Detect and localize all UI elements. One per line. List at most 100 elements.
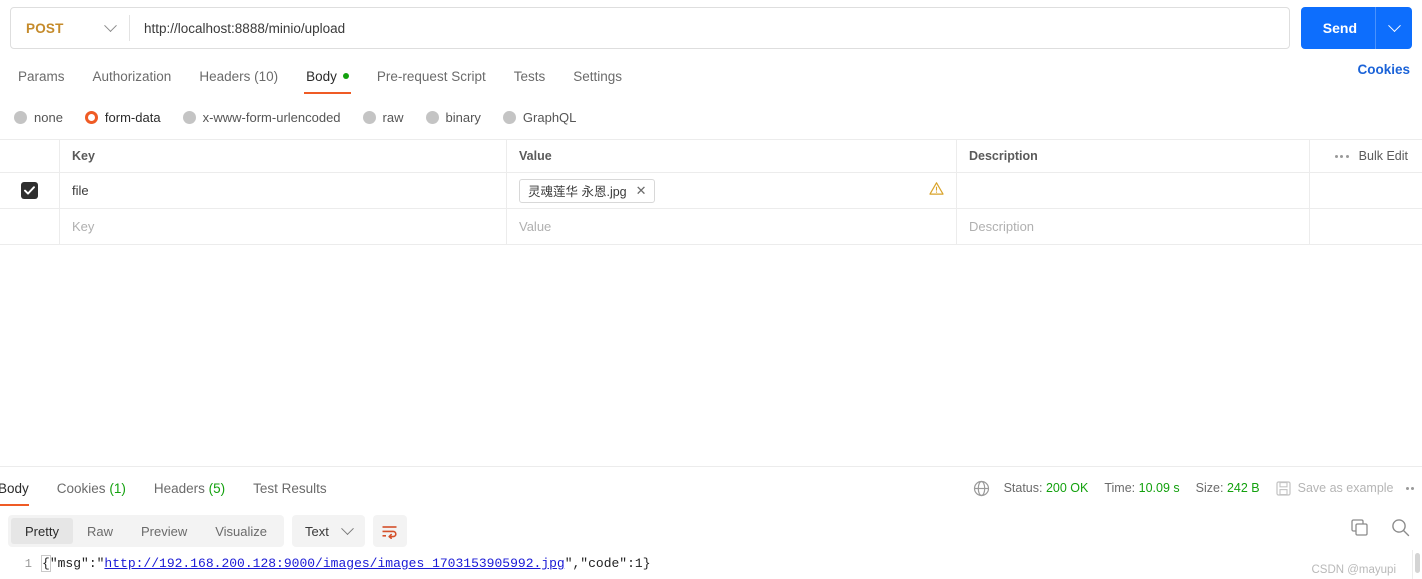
response-body-code[interactable]: 1 {"msg":"http://192.168.200.128:9000/im…	[0, 552, 1422, 579]
request-url-bar: POST Send	[0, 0, 1422, 56]
cookies-link[interactable]: Cookies	[1357, 62, 1410, 77]
radio-icon	[425, 110, 439, 124]
table-row: file 灵魂莲华 永恩.jpg ✕	[0, 173, 1422, 209]
radio-icon	[362, 110, 376, 124]
tab-params[interactable]: Params	[4, 58, 79, 94]
tab-authorization[interactable]: Authorization	[79, 58, 186, 94]
radio-label: raw	[382, 109, 404, 125]
watermark: CSDN @mayupi	[1311, 564, 1396, 576]
response-tab-cookies[interactable]: Cookies (1)	[43, 470, 140, 506]
warning-triangle-icon[interactable]	[929, 181, 944, 200]
tab-label: Headers (10)	[199, 68, 279, 84]
tab-settings[interactable]: Settings	[559, 58, 636, 94]
header-description: Description	[969, 149, 1038, 163]
radio-icon	[502, 110, 516, 124]
row-key-value[interactable]: file	[72, 183, 89, 198]
send-options-button[interactable]	[1376, 7, 1412, 49]
body-type-x-www-form-urlencoded[interactable]: x-www-form-urlencoded	[182, 109, 341, 125]
scrollbar-vertical[interactable]	[1412, 550, 1421, 579]
body-type-raw[interactable]: raw	[362, 109, 404, 125]
scrollbar-thumb[interactable]	[1414, 553, 1420, 573]
save-disk-icon	[1276, 480, 1291, 496]
response-format-toolbar: Pretty Raw Preview Visualize Text	[8, 515, 407, 547]
body-type-form-data[interactable]: form-data	[84, 110, 161, 125]
postman-window: POST Send Params Authorization Headers (…	[0, 0, 1422, 579]
radio-label: binary	[445, 109, 481, 125]
size-value: 242 B	[1226, 481, 1260, 495]
body-modified-dot-icon	[342, 73, 349, 79]
save-as-example-button[interactable]: Save as example	[1276, 480, 1394, 496]
search-icon[interactable]	[1391, 518, 1410, 537]
tab-label: Tests	[513, 68, 546, 84]
status-badge[interactable]: Status: 200 OK	[1004, 481, 1089, 495]
chevron-down-icon	[104, 18, 117, 32]
json-prefix: "msg":"	[49, 556, 105, 571]
empty-description-placeholder[interactable]: Description	[969, 219, 1034, 234]
radio-icon	[14, 110, 27, 124]
empty-row-actions	[1310, 209, 1422, 244]
url-input[interactable]	[130, 8, 1289, 48]
divider	[0, 466, 1422, 467]
tab-label: Body	[306, 68, 337, 84]
body-type-binary[interactable]: binary	[425, 109, 481, 125]
view-pretty-button[interactable]: Pretty	[11, 518, 73, 544]
tab-count: (1)	[109, 480, 126, 496]
response-actions	[1350, 518, 1410, 537]
http-method-dropdown[interactable]: POST	[11, 8, 129, 48]
tab-pre-request-script[interactable]: Pre-request Script	[363, 58, 500, 94]
header-value: Value	[519, 149, 552, 163]
table-empty-row: Key Value Description	[0, 209, 1422, 245]
response-tab-body[interactable]: Body	[0, 470, 43, 506]
status-value: 200 OK	[1045, 481, 1089, 495]
json-open-brace: {	[41, 555, 51, 572]
json-url-link[interactable]: http://192.168.200.128:9000/images/image…	[104, 556, 564, 571]
response-body-line[interactable]: {"msg":"http://192.168.200.128:9000/imag…	[41, 552, 651, 576]
tab-tests[interactable]: Tests	[500, 58, 560, 94]
file-chip-name: 灵魂莲华 永恩.jpg	[528, 185, 627, 199]
form-data-table: Key Value Description Bulk Edit file 灵魂莲…	[0, 139, 1422, 245]
tab-label: Headers	[153, 480, 205, 496]
response-tab-headers[interactable]: Headers (5)	[140, 470, 239, 506]
body-type-graphql[interactable]: GraphQL	[502, 110, 576, 125]
tab-headers[interactable]: Headers (10)	[185, 58, 292, 94]
view-visualize-button[interactable]: Visualize	[201, 518, 281, 544]
json-suffix: ","code":1}	[564, 556, 651, 571]
url-box: POST	[10, 7, 1290, 49]
ellipsis-icon[interactable]	[1334, 154, 1349, 158]
row-checkbox[interactable]	[21, 182, 38, 199]
send-button[interactable]: Send	[1301, 7, 1375, 49]
empty-value-placeholder[interactable]: Value	[519, 219, 551, 234]
radio-label: x-www-form-urlencoded	[202, 109, 341, 125]
http-method-label: POST	[26, 20, 64, 36]
chevron-down-icon	[341, 521, 354, 535]
tab-body[interactable]: Body	[292, 58, 363, 94]
time-badge[interactable]: Time: 10.09 s	[1104, 481, 1179, 495]
empty-key-placeholder[interactable]: Key	[72, 219, 94, 234]
globe-icon[interactable]	[973, 480, 990, 497]
view-preview-button[interactable]: Preview	[127, 518, 201, 544]
copy-icon[interactable]	[1350, 518, 1369, 537]
send-button-group[interactable]: Send	[1300, 7, 1412, 49]
tab-label: Authorization	[92, 68, 172, 84]
line-number: 1	[24, 557, 32, 571]
tab-label: Params	[18, 68, 65, 84]
ellipsis-icon[interactable]	[1405, 486, 1414, 490]
size-label: Size:	[1195, 481, 1224, 495]
close-icon[interactable]: ✕	[636, 184, 647, 197]
body-type-none[interactable]: none	[14, 110, 63, 125]
chevron-down-icon	[1387, 18, 1401, 32]
header-cell-checkbox	[0, 140, 60, 172]
response-tab-test-results[interactable]: Test Results	[239, 470, 341, 506]
response-language-dropdown[interactable]: Text	[292, 515, 365, 547]
word-wrap-button[interactable]	[372, 515, 407, 547]
view-raw-button[interactable]: Raw	[73, 518, 127, 544]
tab-label: Settings	[573, 68, 622, 84]
tab-label: Cookies	[56, 480, 106, 496]
file-chip[interactable]: 灵魂莲华 永恩.jpg ✕	[519, 178, 655, 203]
bulk-edit-button[interactable]: Bulk Edit	[1359, 149, 1408, 163]
word-wrap-icon	[382, 525, 397, 539]
radio-label: none	[34, 109, 63, 125]
size-badge[interactable]: Size: 242 B	[1196, 481, 1260, 495]
tab-count: (5)	[208, 480, 226, 496]
tab-label: Body	[0, 480, 29, 496]
